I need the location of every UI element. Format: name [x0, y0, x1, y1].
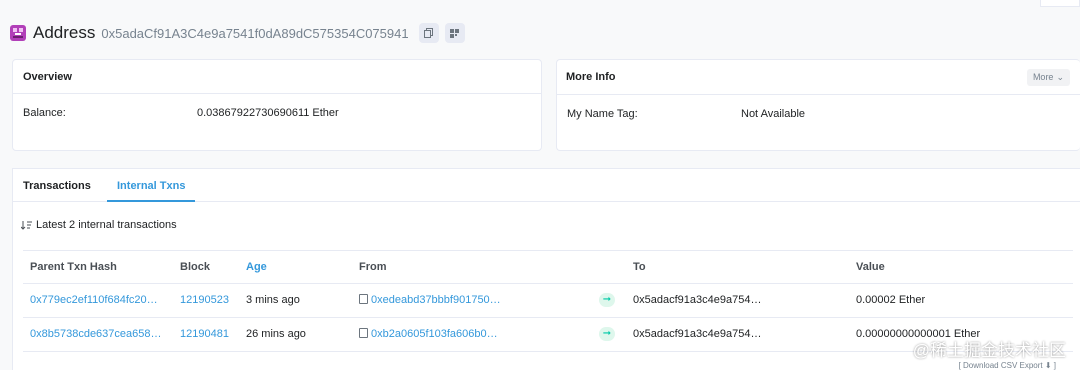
from-cell: 0xb2a0605f103fa606b0… — [359, 317, 498, 351]
block-link[interactable]: 12190523 — [180, 283, 229, 317]
age-text: 3 mins ago — [246, 294, 300, 306]
contract-icon — [359, 294, 368, 304]
balance-row: Balance: 0.03867922730690611 Ether — [13, 94, 541, 132]
address-hash: 0x5adaCf91A3C4e9a7541f0dA89dC575354C0759… — [101, 25, 409, 41]
name-tag-label: My Name Tag: — [567, 108, 638, 120]
balance-value: 0.03867922730690611 Ether — [197, 107, 339, 119]
qr-code-button[interactable] — [444, 23, 465, 43]
parent-txn-hash-link[interactable]: 0x8b5738cde637cea658… — [30, 317, 162, 351]
value-text: 0.00002 Ether — [856, 294, 926, 306]
tab-internal-txns[interactable]: Internal Txns — [107, 169, 196, 202]
more-info-title: More Info — [566, 71, 616, 83]
sort-icon — [21, 220, 32, 230]
to-address: 0x5adacf91a3c4e9a754… — [633, 294, 762, 306]
balance-label: Balance: — [23, 107, 66, 119]
txn-summary-text: Latest 2 internal transactions — [36, 219, 177, 231]
tab-bar: Transactions Internal Txns — [12, 168, 1080, 202]
more-info-card: More Info More ⌄ My Name Tag: Not Availa… — [556, 59, 1080, 151]
tab-transactions[interactable]: Transactions — [23, 169, 91, 202]
from-address-link[interactable]: 0xedeabd37bbbf901750… — [371, 294, 501, 306]
blockie-avatar-icon — [10, 25, 26, 41]
watermark-text: @稀土掘金技术社区 — [912, 341, 1066, 360]
block-link[interactable]: 12190481 — [180, 317, 229, 351]
top-strip — [0, 0, 1080, 10]
copy-address-button[interactable] — [418, 23, 439, 43]
table-header: Parent Txn Hash Block Age From To Value — [23, 250, 1073, 284]
parent-txn-hash-link[interactable]: 0x779ec2ef110f684fc20… — [30, 283, 158, 317]
col-to: To — [633, 261, 646, 273]
table-row: 0x779ec2ef110f684fc20… 12190523 3 mins a… — [23, 283, 1073, 318]
from-address-link[interactable]: 0xb2a0605f103fa606b0… — [371, 328, 498, 340]
more-dropdown-button[interactable]: More ⌄ — [1026, 68, 1070, 86]
contract-icon — [359, 328, 368, 338]
col-block: Block — [180, 261, 210, 273]
qr-code-icon — [450, 28, 460, 38]
arrow-right-icon: ➞ — [599, 293, 615, 307]
top-tab[interactable] — [1040, 0, 1080, 7]
name-tag-row: My Name Tag: Not Available — [557, 95, 1080, 133]
more-button-label: More — [1032, 72, 1054, 82]
age-text: 26 mins ago — [246, 328, 306, 340]
page-title: Address — [33, 23, 96, 42]
overview-title: Overview — [23, 70, 72, 83]
to-address: 0x5adacf91a3c4e9a754… — [633, 328, 762, 340]
arrow-right-icon: ➞ — [599, 327, 615, 341]
more-info-header: More Info More ⌄ — [557, 60, 1080, 95]
overview-header: Overview — [13, 60, 541, 94]
name-tag-value: Not Available — [741, 108, 806, 120]
from-cell: 0xedeabd37bbbf901750… — [359, 283, 501, 317]
overview-card: Overview Balance: 0.03867922730690611 Et… — [12, 59, 542, 151]
chevron-down-icon: ⌄ — [1056, 71, 1064, 82]
address-header: Address 0x5adaCf91A3C4e9a7541f0dA89dC575… — [10, 18, 1070, 48]
csv-export-link[interactable]: [ Download CSV Export ⬇ ] — [959, 361, 1056, 370]
col-parent-txn-hash: Parent Txn Hash — [30, 261, 117, 273]
col-value: Value — [856, 261, 885, 273]
col-age[interactable]: Age — [246, 251, 267, 283]
col-from: From — [359, 261, 387, 273]
copy-icon — [424, 28, 434, 38]
txn-summary: Latest 2 internal transactions — [21, 219, 177, 231]
